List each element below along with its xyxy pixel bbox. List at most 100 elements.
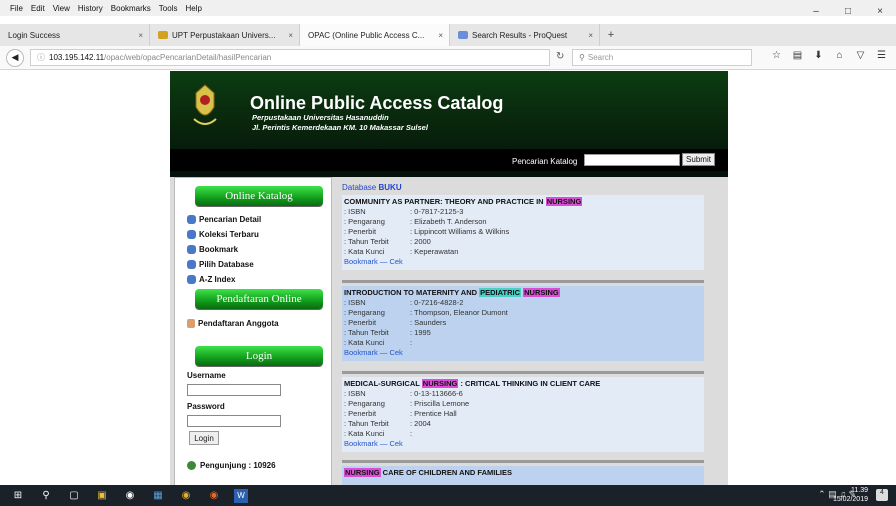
field-label: : Tahun Terbit — [344, 328, 389, 337]
close-tab-icon[interactable]: × — [438, 31, 443, 40]
toolbar-icons: ☆ ▤ ⬇ ⌂ ▽ ☰ — [766, 50, 892, 61]
book-icon — [187, 230, 196, 239]
tab-login-success[interactable]: Login Success × — [0, 24, 150, 46]
reading-list-icon[interactable]: ▤ — [787, 50, 808, 61]
url-host: 103.195.142.11 — [49, 53, 105, 62]
field-value: : 0-13-113666-6 — [410, 389, 463, 398]
camera-icon[interactable]: ◉ — [120, 489, 140, 503]
clock[interactable]: 11.39 15/02/2019 — [833, 486, 868, 504]
record-title[interactable]: MEDICAL-SURGICAL NURSING : CRITICAL THIN… — [344, 379, 702, 388]
field-label: : Kata Kunci — [344, 247, 385, 256]
field-label: : ISBN — [344, 389, 366, 398]
bookmark-link[interactable]: Bookmark — [344, 439, 378, 448]
sidebar-item-az-index[interactable]: A-Z Index — [187, 275, 235, 284]
minimize-button[interactable]: – — [800, 0, 832, 24]
windows-start-icon[interactable]: ⊞ — [8, 489, 28, 503]
menu-tools[interactable]: Tools — [159, 4, 178, 13]
sidebar-item-koleksi-terbaru[interactable]: Koleksi Terbaru — [187, 230, 259, 239]
taskbar-search-icon[interactable]: ⚲ — [36, 489, 56, 503]
catalog-search-input[interactable] — [584, 154, 680, 166]
menu-bookmarks[interactable]: Bookmarks — [111, 4, 151, 13]
tab-title: Search Results - ProQuest — [472, 30, 568, 40]
pocket-icon[interactable]: ▽ — [850, 50, 871, 61]
tab-title: Login Success — [8, 30, 61, 40]
firefox-icon[interactable]: ◉ — [204, 489, 224, 503]
close-tab-icon[interactable]: × — [288, 31, 293, 40]
record-title[interactable]: NURSING CARE OF CHILDREN AND FAMILIES — [344, 468, 702, 477]
record-title[interactable]: INTRODUCTION TO MATERNITY AND PEDIATRIC … — [344, 288, 702, 297]
close-tab-icon[interactable]: × — [588, 31, 593, 40]
maximize-button[interactable]: □ — [832, 0, 864, 24]
username-input[interactable] — [187, 384, 281, 396]
menu-file[interactable]: File — [10, 4, 23, 13]
notification-icon[interactable]: 4 — [876, 489, 888, 501]
bookmark-star-icon[interactable]: ☆ — [766, 50, 787, 61]
record-divider — [342, 460, 704, 463]
back-button[interactable]: ◀ — [6, 48, 24, 67]
keyword-highlight: NURSING — [421, 379, 459, 388]
sidebar-item-bookmark[interactable]: Bookmark — [187, 245, 238, 254]
sidebar-item-label: Pilih Database — [199, 260, 254, 269]
password-input[interactable] — [187, 415, 281, 427]
bookmark-link[interactable]: Bookmark — [344, 348, 378, 357]
field-label: : ISBN — [344, 207, 366, 216]
pendaftaran-online-header: Pendaftaran Online — [195, 289, 323, 309]
catalog-search-label: Pencarian Katalog — [512, 157, 578, 166]
tab-upt-perpustakaan[interactable]: UPT Perpustakaan Univers... × — [150, 24, 300, 46]
password-label: Password — [187, 402, 225, 411]
cek-link[interactable]: Cek — [389, 257, 402, 266]
field-label: : Penerbit — [344, 409, 377, 418]
field-value: : — [410, 338, 413, 347]
proquest-favicon-icon — [458, 31, 468, 39]
home-icon[interactable]: ⌂ — [829, 50, 850, 61]
keyword-highlight: NURSING — [344, 468, 381, 477]
field-value: : Elizabeth T. Anderson — [410, 217, 487, 226]
menu-help[interactable]: Help — [185, 4, 201, 13]
task-view-icon[interactable]: ▢ — [64, 489, 84, 503]
photos-icon[interactable]: ▦ — [148, 489, 168, 503]
field-value: : 2004 — [410, 419, 431, 428]
keyword-highlight: NURSING — [523, 288, 560, 297]
close-tab-icon[interactable]: × — [138, 31, 143, 40]
browser-search-input[interactable]: ⚲ Search — [572, 49, 752, 66]
menu-history[interactable]: History — [78, 4, 103, 13]
menu-bar: File Edit View History Bookmarks Tools H… — [0, 0, 896, 16]
new-tab-button[interactable]: + — [600, 24, 622, 46]
sidebar-item-pencarian-detail[interactable]: Pencarian Detail — [187, 215, 261, 224]
sidebar-item-pendaftaran-anggota[interactable]: Pendaftaran Anggota — [187, 319, 279, 328]
field-value: : Prentice Hall — [410, 409, 457, 418]
url-bar[interactable]: ⓘ 103.195.142.11/opac/web/opacPencarianD… — [30, 49, 550, 66]
record-title[interactable]: COMMUNITY AS PARTNER: THEORY AND PRACTIC… — [344, 197, 702, 206]
publisher-row: : Penerbit : Prentice Hall — [344, 409, 702, 419]
cek-link[interactable]: Cek — [389, 439, 402, 448]
close-window-button[interactable]: × — [864, 0, 896, 24]
word-icon[interactable]: W — [234, 488, 248, 503]
field-value: : Keperawatan — [410, 247, 459, 256]
site-title: Online Public Access Catalog — [250, 93, 504, 113]
field-label: : ISBN — [344, 298, 366, 307]
visitor-count-text: Pengunjung : 10926 — [200, 461, 276, 470]
chrome-icon[interactable]: ◉ — [176, 489, 196, 503]
menu-edit[interactable]: Edit — [31, 4, 45, 13]
info-icon[interactable]: ⓘ — [37, 52, 45, 63]
sidebar-item-pilih-database[interactable]: Pilih Database — [187, 260, 254, 269]
bookmark-link[interactable]: Bookmark — [344, 257, 378, 266]
submit-button[interactable]: Submit — [682, 153, 715, 166]
store-icon[interactable]: ▣ — [92, 489, 112, 503]
menu-icon[interactable]: ☰ — [871, 50, 892, 61]
field-value: : Thompson, Eleanor Dumont — [410, 308, 508, 317]
field-label: : Pengarang — [344, 399, 385, 408]
sidebar-item-label: Bookmark — [199, 245, 239, 254]
year-row: : Tahun Terbit: 2004 — [344, 419, 702, 429]
field-value: : 2000 — [410, 237, 431, 246]
cek-link[interactable]: Cek — [389, 348, 402, 357]
login-button[interactable]: Login — [189, 431, 219, 445]
reload-icon[interactable]: ↻ — [556, 51, 564, 62]
database-name[interactable]: BUKU — [378, 183, 401, 192]
field-label: : Pengarang — [344, 308, 385, 317]
tab-proquest[interactable]: Search Results - ProQuest × — [450, 24, 600, 46]
opac-site: Online Public Access Catalog Perpustakaa… — [170, 71, 728, 485]
download-icon[interactable]: ⬇ — [808, 50, 829, 61]
menu-view[interactable]: View — [53, 4, 70, 13]
tab-opac[interactable]: OPAC (Online Public Access C... × — [300, 24, 450, 46]
